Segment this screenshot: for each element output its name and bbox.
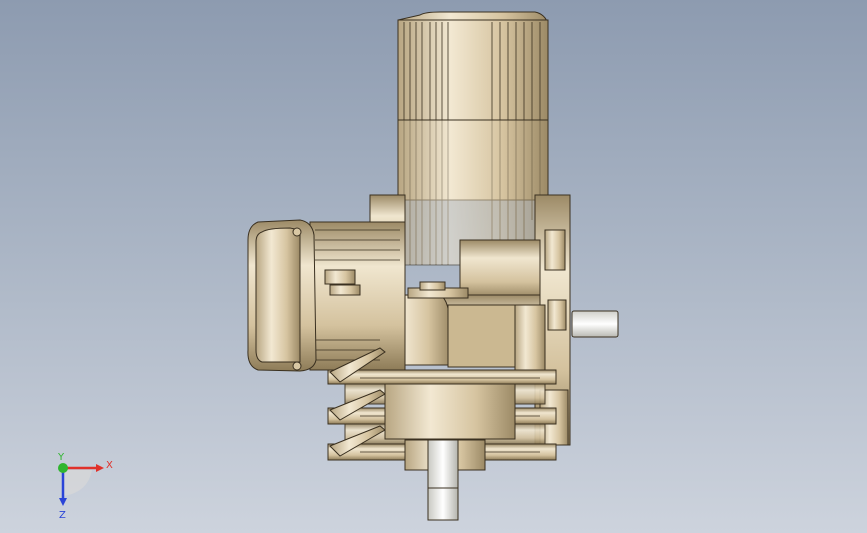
z-axis-head [59, 498, 67, 506]
cad-viewport[interactable]: X Y Z [0, 0, 867, 533]
x-axis-label: X [106, 460, 113, 471]
coordinate-triad: X Y Z [44, 452, 124, 522]
x-axis-head [96, 464, 104, 472]
vertical-motor-housing [397, 11, 549, 266]
horizontal-motor [247, 219, 406, 372]
z-axis-label: Z [59, 510, 66, 521]
horizontal-output-shaft [571, 310, 619, 338]
y-axis-label: Y [57, 452, 65, 463]
triad-shadow [64, 470, 92, 496]
y-axis-marker [58, 463, 68, 473]
vertical-output-shaft [427, 439, 459, 521]
gear-motor-model[interactable] [0, 0, 867, 533]
